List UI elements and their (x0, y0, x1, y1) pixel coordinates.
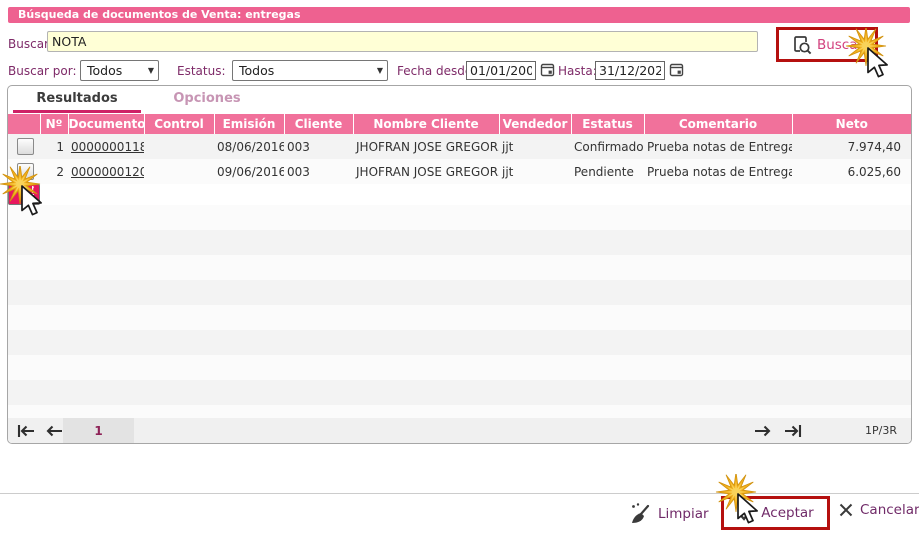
aceptar-label: Aceptar (761, 505, 813, 521)
footer-divider (0, 493, 919, 494)
fecha-desde-input[interactable] (466, 61, 536, 80)
estatus-label: Estatus: (177, 64, 226, 78)
empty-row (8, 380, 911, 405)
row-cliente: 003 (284, 159, 353, 184)
estatus-select[interactable]: Todos ▼ (232, 60, 388, 81)
last-page-button[interactable] (783, 423, 803, 439)
empty-row (8, 280, 911, 305)
fecha-desde-label: Fecha desde: (397, 64, 476, 78)
first-page-button[interactable] (16, 423, 36, 439)
empty-row (8, 205, 911, 230)
row-vendedor: jjt (499, 159, 571, 184)
results-table: Nº Documento Control Emisión Cliente Nom… (8, 114, 911, 430)
search-input[interactable] (47, 31, 758, 52)
check-icon (737, 505, 755, 521)
row-num: 1 (40, 134, 68, 159)
table-row[interactable]: 2 0000000120 09/06/2016 003 JHOFRAN JOSE… (8, 159, 911, 184)
pagination-bar: 1 1P/3R (8, 418, 911, 444)
limpiar-label: Limpiar (658, 506, 709, 522)
tab-resultados[interactable]: Resultados (13, 88, 141, 113)
calendar-icon (540, 62, 555, 77)
row-estatus: Pendiente (571, 159, 644, 184)
row-comentario: Prueba notas de Entrega ... (644, 134, 792, 159)
row-emision: 08/06/2016 (214, 134, 284, 159)
table-header-row: Nº Documento Control Emisión Cliente Nom… (8, 114, 911, 134)
col-documento[interactable]: Documento (68, 114, 144, 134)
close-icon (838, 502, 854, 518)
row-estatus: Confirmado (571, 134, 644, 159)
table-row[interactable]: 1 0000000118 08/06/2016 003 JHOFRAN JOSE… (8, 134, 911, 159)
cancelar-label: Cancelar (860, 502, 919, 518)
row-checkbox[interactable] (17, 138, 34, 155)
empty-row (8, 330, 911, 355)
buscar-por-label: Buscar por: (8, 64, 77, 78)
page-number[interactable]: 1 (63, 418, 134, 444)
col-control[interactable]: Control (144, 114, 214, 134)
col-num[interactable]: Nº (40, 114, 68, 134)
row-num: 3 (21, 182, 28, 207)
documento-link[interactable]: 0000000118 (71, 140, 144, 154)
row-nombre: JHOFRAN JOSE GREGOR... (353, 159, 499, 184)
search-dialog: Búsqueda de documentos de Venta: entrega… (0, 0, 919, 534)
next-page-button[interactable] (753, 423, 773, 439)
empty-row (8, 230, 911, 255)
row-nombre: JHOFRAN JOSE GREGOR... (353, 134, 499, 159)
tab-opciones[interactable]: Opciones (148, 88, 266, 113)
table-row-selected[interactable]: 3 notaprueb1 02/03/2017 V5156123 Andrés … (8, 184, 40, 205)
fecha-desde-calendar-button[interactable] (539, 62, 555, 78)
documento-link[interactable]: 0000000120 (71, 165, 144, 179)
row-comentario: Prueba notas de Entrega ... (644, 159, 792, 184)
row-emision: 09/06/2016 (214, 159, 284, 184)
broom-icon (628, 502, 652, 526)
row-neto: 6.025,60 (792, 159, 911, 184)
empty-row (8, 255, 911, 280)
col-nombre-cliente[interactable]: Nombre Cliente (353, 114, 499, 134)
dialog-title: Búsqueda de documentos de Venta: entrega… (8, 7, 910, 23)
chevron-down-icon: ▼ (148, 66, 154, 75)
results-panel: Resultados Opciones Nº Documento Control… (7, 85, 912, 444)
row-neto: 10.080,00 (76, 182, 89, 207)
col-comentario[interactable]: Comentario (644, 114, 792, 134)
col-vendedor[interactable]: Vendedor (499, 114, 571, 134)
search-button-label: Buscar (817, 37, 863, 53)
row-num: 2 (40, 159, 68, 184)
page-record-summary: 1P/3R (865, 418, 897, 444)
chevron-down-icon: ▼ (377, 66, 383, 75)
col-estatus[interactable]: Estatus (571, 114, 644, 134)
calendar-icon (669, 62, 684, 77)
cancelar-button[interactable]: Cancelar (838, 502, 919, 518)
search-button[interactable]: Buscar (776, 27, 878, 62)
prev-page-button[interactable] (44, 423, 64, 439)
search-document-icon (791, 34, 812, 55)
empty-row (8, 305, 911, 330)
estatus-value: Todos (239, 63, 274, 78)
hasta-label: Hasta: (558, 64, 597, 78)
hasta-calendar-button[interactable] (668, 62, 684, 78)
row-cliente: 003 (284, 134, 353, 159)
row-neto: 7.974,40 (792, 134, 911, 159)
empty-row (8, 355, 911, 380)
col-cliente[interactable]: Cliente (284, 114, 353, 134)
col-neto[interactable]: Neto (792, 114, 911, 134)
hasta-input[interactable] (595, 61, 665, 80)
limpiar-button[interactable]: Limpiar (628, 502, 709, 526)
aceptar-button[interactable]: Aceptar (721, 496, 830, 530)
col-select (8, 114, 40, 134)
row-control (144, 134, 214, 159)
row-vendedor: jjt (499, 134, 571, 159)
row-checkbox[interactable] (17, 163, 34, 180)
col-emision[interactable]: Emisión (214, 114, 284, 134)
buscar-por-value: Todos (87, 63, 122, 78)
row-control (144, 159, 214, 184)
buscar-por-select[interactable]: Todos ▼ (80, 60, 159, 81)
